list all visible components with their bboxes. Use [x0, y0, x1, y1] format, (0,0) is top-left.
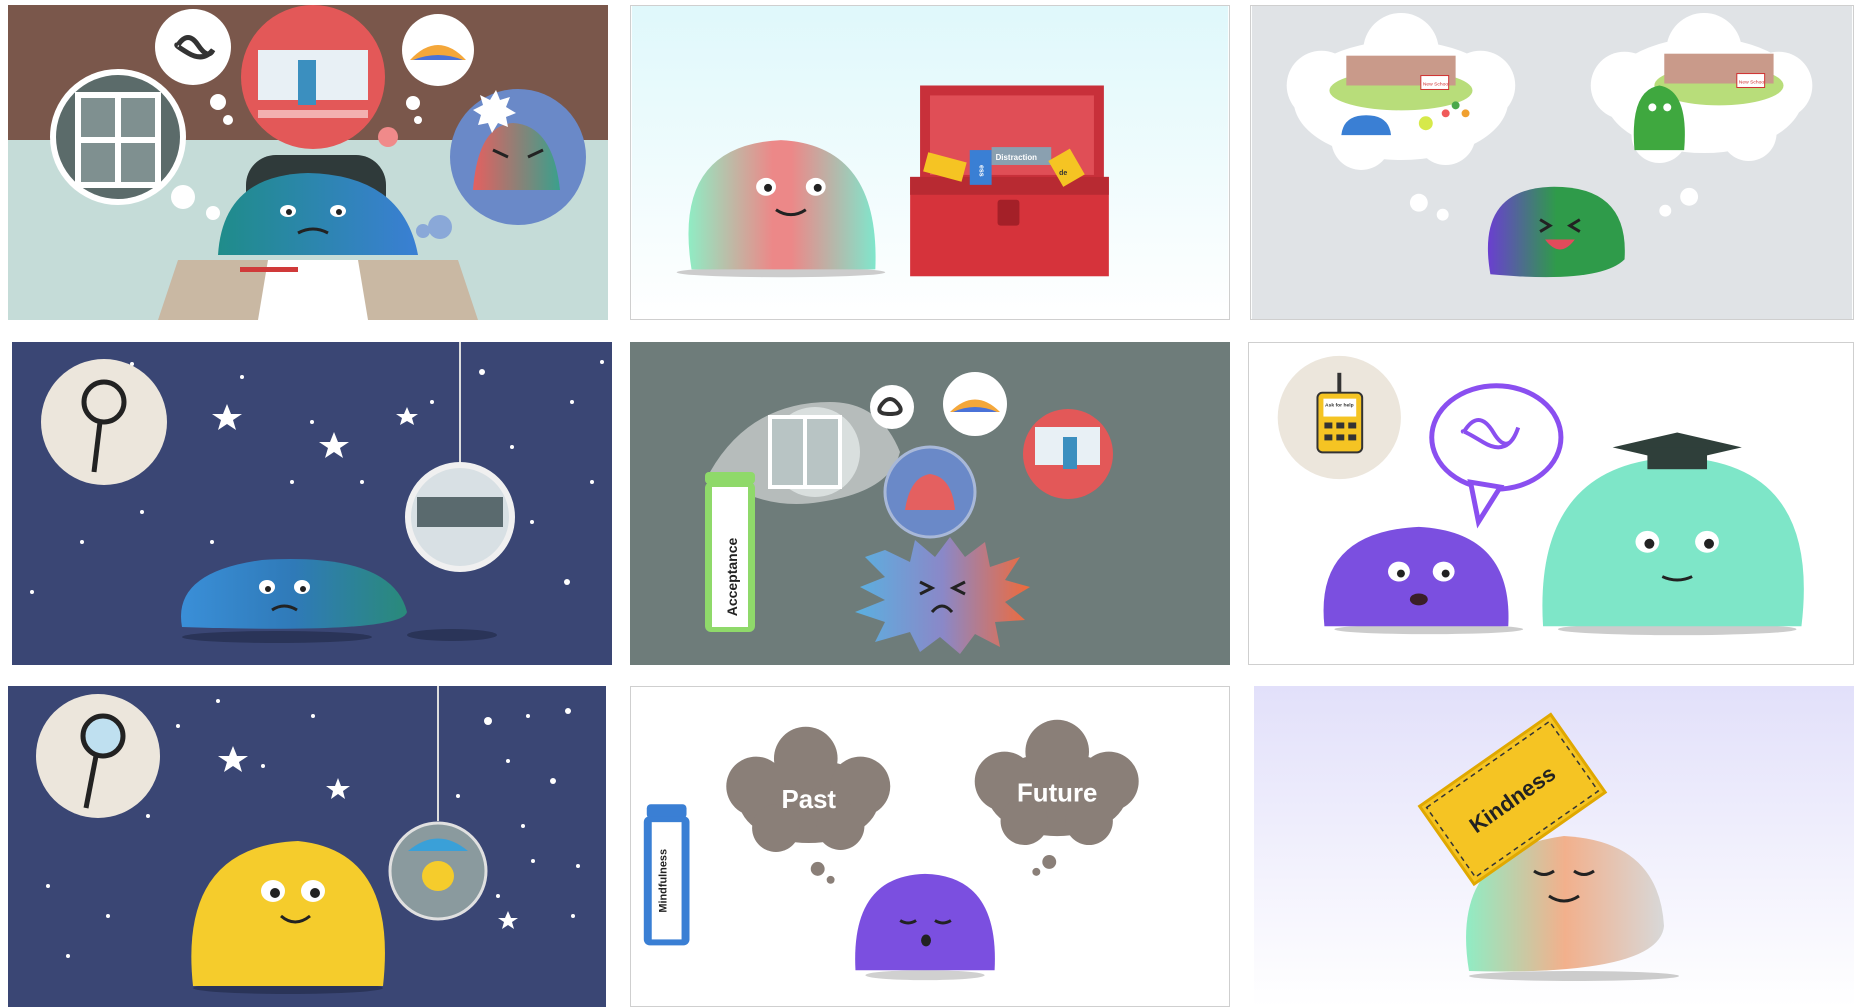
- scene-ask-for-help: Ask for help: [1249, 343, 1853, 664]
- panel-classroom-worry: [8, 5, 608, 320]
- panel-acceptance: Acceptance: [630, 342, 1230, 665]
- panel-kindness: Kindness: [1254, 686, 1854, 1007]
- scene-classroom: [8, 5, 608, 320]
- sign-new-school-left: New School: [1423, 81, 1449, 87]
- label-ask-for-help: Ask for help: [1325, 403, 1354, 409]
- label-past: Past: [781, 786, 836, 814]
- scene-kindness: Kindness: [1254, 686, 1854, 1007]
- panel-toolbox: ess Distraction de: [630, 5, 1230, 320]
- scene-toolbox: ess Distraction de: [631, 6, 1229, 319]
- acceptance-spray-can: Acceptance: [705, 472, 755, 632]
- mindfulness-spray-can: Mindfulness: [643, 804, 690, 946]
- scene-night-yellow: [8, 686, 606, 1007]
- panel-past-future: Mindfulness Past Future: [630, 686, 1230, 1007]
- label-acceptance: Acceptance: [724, 537, 740, 616]
- panel-new-school: New School New School: [1250, 5, 1854, 320]
- scene-acceptance: Acceptance: [630, 342, 1230, 665]
- scene-night-magnifier: [12, 342, 612, 665]
- panel-night-magnifier: [12, 342, 612, 665]
- sign-new-school-right: New School: [1739, 80, 1765, 86]
- scene-past-future: Mindfulness Past Future: [631, 687, 1229, 1006]
- scene-new-school: New School New School: [1251, 6, 1853, 319]
- label-side-b: de: [1059, 170, 1067, 177]
- label-distraction: Distraction: [996, 153, 1038, 162]
- label-side-a: ess: [978, 165, 985, 177]
- panel-ask-for-help: Ask for help: [1248, 342, 1854, 665]
- label-future: Future: [1017, 779, 1097, 807]
- panel-night-yellow: [8, 686, 606, 1007]
- label-mindfulness: Mindfulness: [658, 849, 670, 913]
